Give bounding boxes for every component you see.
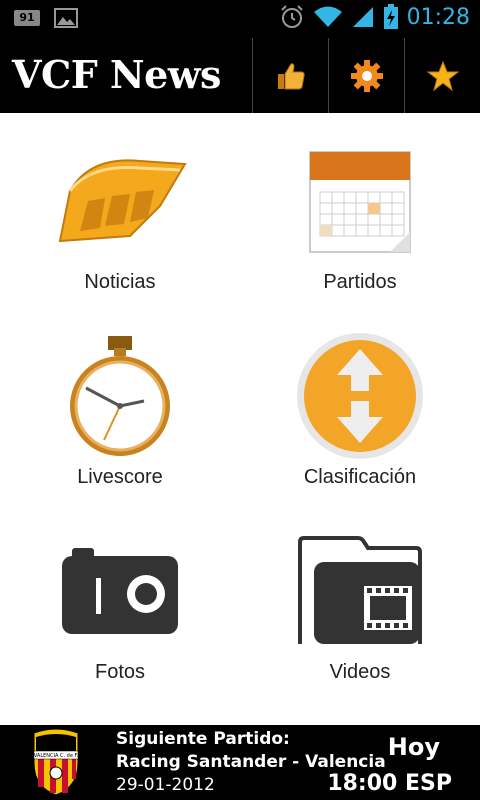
wifi-icon: [313, 6, 342, 27]
thumbs-up-icon: [277, 62, 305, 89]
notification-count-badge: 91: [14, 10, 40, 26]
sort-arrows-icon: [297, 333, 423, 459]
menu-label: Partidos: [323, 271, 397, 293]
alarm-icon: [280, 5, 303, 28]
battery-charging-icon: [383, 4, 398, 29]
menu-label: Fotos: [94, 661, 146, 683]
menu-label: Noticias: [84, 271, 156, 293]
menu-label: Livescore: [77, 466, 163, 488]
menu-item-fotos[interactable]: Fotos: [0, 503, 240, 698]
video-folder-icon: [297, 536, 422, 644]
next-match-banner[interactable]: VALENCIA C. de F. Siguiente Partido: Rac…: [0, 725, 480, 800]
settings-gear-icon: [350, 59, 383, 92]
status-bar: 91 01:28: [0, 0, 480, 38]
image-icon: [54, 8, 78, 28]
like-button[interactable]: [252, 38, 328, 113]
menu-label: Videos: [329, 661, 391, 683]
app-title: VCF News: [12, 52, 221, 97]
news-stadium-icon: [58, 159, 187, 243]
menu-item-videos[interactable]: Videos: [240, 503, 480, 698]
favorite-star-icon: [426, 60, 459, 91]
valencia-crest-logo: VALENCIA C. de F.: [33, 729, 79, 796]
favorites-button[interactable]: [404, 38, 480, 113]
status-clock: 01:28: [406, 4, 470, 30]
main-menu-grid: Noticias Partidos Livescore Clasificació…: [0, 113, 480, 725]
next-match-heading: Siguiente Partido:: [116, 729, 290, 749]
svg-text:VALENCIA C. de F.: VALENCIA C. de F.: [34, 753, 79, 759]
menu-item-noticias[interactable]: Noticias: [0, 113, 240, 308]
settings-button[interactable]: [328, 38, 404, 113]
camera-icon: [62, 548, 178, 634]
menu-label: Clasificación: [303, 466, 417, 488]
action-bar: VCF News: [0, 38, 480, 113]
next-match-day: Hoy: [387, 733, 440, 761]
signal-icon: [352, 7, 373, 27]
menu-item-clasificacion[interactable]: Clasificación: [240, 308, 480, 503]
calendar-icon: [309, 150, 411, 253]
menu-item-partidos[interactable]: Partidos: [240, 113, 480, 308]
stopwatch-icon: [70, 335, 170, 456]
menu-item-livescore[interactable]: Livescore: [0, 308, 240, 503]
next-match-time: 18:00 ESP: [327, 771, 452, 796]
